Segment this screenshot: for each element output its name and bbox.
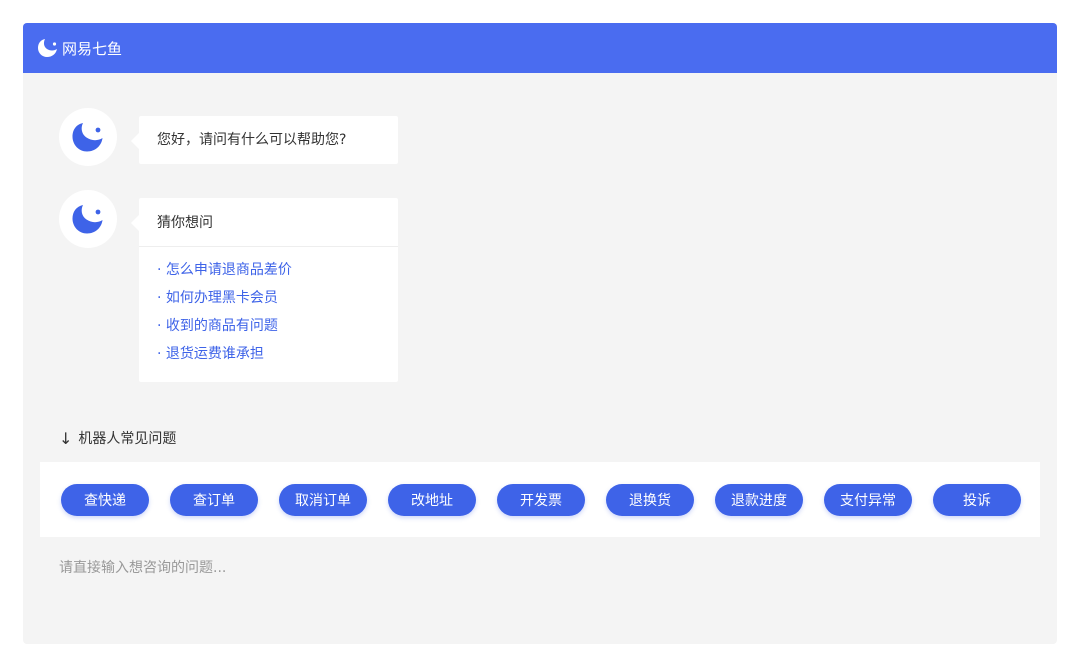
quick-button-return-exchange[interactable]: 退换货: [606, 483, 694, 516]
quick-button-check-order[interactable]: 查订单: [170, 483, 258, 516]
quick-button-refund-progress[interactable]: 退款进度: [715, 483, 803, 516]
quick-button-payment-issue[interactable]: 支付异常: [824, 483, 912, 516]
bot-greeting-message: 您好，请问有什么可以帮助您?: [59, 108, 398, 166]
qiyu-fish-avatar-icon: [72, 123, 103, 152]
bot-avatar: [59, 108, 117, 166]
quick-button-complaint[interactable]: 投诉: [933, 483, 1021, 516]
message-input[interactable]: [59, 556, 1019, 580]
guess-item[interactable]: · 收到的商品有问题: [157, 312, 380, 340]
guess-item[interactable]: · 退货运费谁承担: [157, 340, 380, 368]
faq-heading-label: 机器人常见问题: [78, 431, 177, 447]
chat-window: 网易七鱼 您好，请问有什么可以帮助您? 猜你想问 · 怎么申请退商品差价 · 如…: [23, 23, 1057, 644]
header-bar: 网易七鱼: [23, 23, 1057, 73]
guess-item[interactable]: · 如何办理黑卡会员: [157, 284, 380, 312]
guess-title: 猜你想问: [139, 198, 398, 247]
bot-avatar: [59, 190, 117, 248]
quick-button-cancel-order[interactable]: 取消订单: [279, 483, 367, 516]
qiyu-fish-logo-icon: [37, 38, 59, 58]
guess-item[interactable]: · 怎么申请退商品差价: [157, 256, 380, 284]
quick-button-track-delivery[interactable]: 查快递: [61, 483, 149, 516]
guess-bubble: 猜你想问 · 怎么申请退商品差价 · 如何办理黑卡会员 · 收到的商品有问题 ·…: [131, 198, 398, 382]
qiyu-fish-avatar-icon: [72, 205, 103, 234]
brand-name: 网易七鱼: [62, 39, 123, 58]
guess-list: · 怎么申请退商品差价 · 如何办理黑卡会员 · 收到的商品有问题 · 退货运费…: [139, 247, 398, 382]
bot-suggestion-message: 猜你想问 · 怎么申请退商品差价 · 如何办理黑卡会员 · 收到的商品有问题 ·…: [59, 190, 398, 382]
faq-heading: ↓ 机器人常见问题: [59, 428, 176, 448]
arrow-down-icon: ↓: [59, 428, 73, 448]
greeting-text: 您好，请问有什么可以帮助您?: [157, 132, 347, 148]
quick-question-bar: 查快递 查订单 取消订单 改地址 开发票 退换货 退款进度 支付异常 投诉: [40, 462, 1040, 537]
quick-button-invoice[interactable]: 开发票: [497, 483, 585, 516]
brand: 网易七鱼: [37, 38, 122, 59]
quick-button-change-address[interactable]: 改地址: [388, 483, 476, 516]
greeting-bubble: 您好，请问有什么可以帮助您?: [131, 116, 398, 164]
